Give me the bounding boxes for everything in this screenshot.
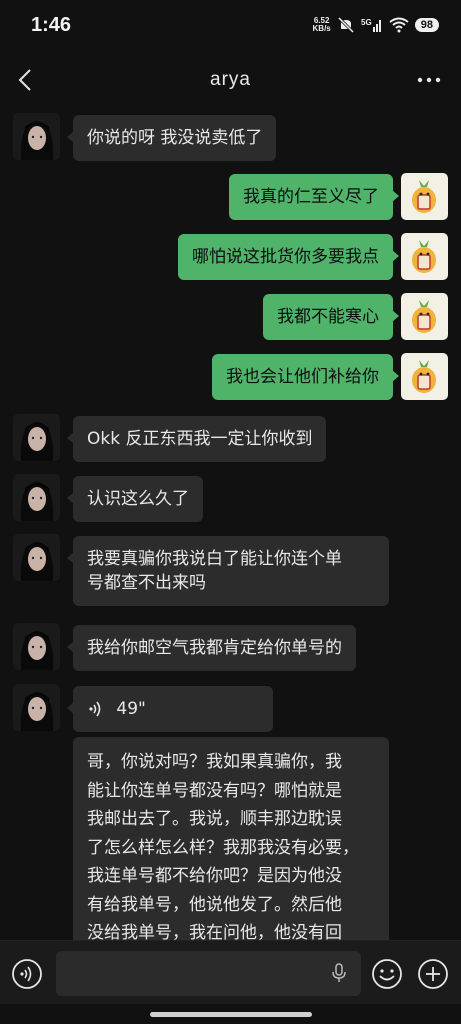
voice-duration: 49" bbox=[116, 699, 146, 719]
contact-avatar[interactable] bbox=[13, 474, 60, 521]
battery-indicator: 98 bbox=[414, 18, 439, 32]
emoji-icon[interactable] bbox=[371, 958, 403, 990]
mute-icon bbox=[337, 17, 354, 33]
chat-header: arya bbox=[0, 52, 461, 110]
user-avatar[interactable] bbox=[401, 293, 448, 340]
message-bubble-sent[interactable]: 哪怕说这批货你多要我点 bbox=[178, 234, 399, 280]
user-avatar-image bbox=[401, 353, 448, 400]
message-line: 号都查不出来吗 bbox=[87, 573, 206, 593]
message-bubble-received[interactable]: Okk 反正东西我一定让你收到 bbox=[66, 416, 327, 462]
wifi-icon bbox=[389, 17, 409, 33]
message-bubble-sent[interactable]: 我都不能寒心 bbox=[263, 294, 399, 340]
status-icons: 6.52 KB/s 5G 98 bbox=[313, 17, 439, 33]
transcript-line: 哥，你说对吗？我如果真骗你，我 bbox=[87, 752, 342, 772]
message-bubble-sent[interactable]: 我真的仁至义尽了 bbox=[229, 174, 399, 220]
status-time: 1:46 bbox=[31, 14, 72, 36]
microphone-icon[interactable] bbox=[329, 962, 349, 984]
transcript-line: 没给我单号，我在问他，他没有回 bbox=[87, 923, 342, 940]
user-avatar-image bbox=[401, 293, 448, 340]
voice-message-bubble[interactable]: 49" bbox=[67, 686, 273, 732]
add-attachment-icon[interactable] bbox=[417, 958, 449, 990]
network-speed: 6.52 KB/s bbox=[313, 17, 331, 33]
user-avatar[interactable] bbox=[401, 353, 448, 400]
user-avatar-image bbox=[401, 233, 448, 280]
user-avatar[interactable] bbox=[401, 233, 448, 280]
user-avatar[interactable] bbox=[401, 173, 448, 220]
status-bar: 1:46 6.52 KB/s 5G 98 bbox=[0, 0, 461, 52]
signal-5g-icon: 5G bbox=[361, 18, 381, 32]
message-line: 我要真骗你我说白了能让你连个单 bbox=[87, 549, 342, 569]
contact-avatar-image bbox=[13, 623, 60, 670]
contact-avatar[interactable] bbox=[13, 113, 60, 160]
contact-avatar-image bbox=[13, 113, 60, 160]
message-bubble-received[interactable]: 你说的呀 我没说卖低了 bbox=[66, 115, 277, 161]
chat-title: arya bbox=[210, 69, 251, 90]
user-avatar-image bbox=[401, 173, 448, 220]
contact-avatar[interactable] bbox=[13, 534, 60, 581]
contact-avatar[interactable] bbox=[13, 623, 60, 670]
contact-avatar[interactable] bbox=[13, 684, 60, 731]
contact-avatar-image bbox=[13, 414, 60, 461]
more-options-icon[interactable] bbox=[415, 68, 443, 92]
voice-transcript-bubble[interactable]: 哥，你说对吗？我如果真骗你，我 能让你连单号都没有吗？哪怕就是 我邮出去了。我说… bbox=[73, 737, 389, 940]
message-input[interactable] bbox=[56, 951, 361, 996]
chat-input-bar bbox=[0, 940, 461, 1004]
transcript-line: 能让你连单号都没有吗？哪怕就是 bbox=[87, 780, 342, 801]
transcript-line: 了怎么样怎么样？我那我没有必要， bbox=[87, 837, 359, 858]
voice-input-toggle-icon[interactable] bbox=[11, 958, 43, 990]
message-list[interactable]: 你说的呀 我没说卖低了 我真的仁至义尽了 哪怕说这批货你多要我点 我都不能寒心 bbox=[0, 110, 461, 940]
message-bubble-received[interactable]: 我给你邮空气我都肯定给你单号的 bbox=[67, 625, 356, 671]
message-bubble-sent[interactable]: 我也会让他们补给你 bbox=[212, 354, 399, 400]
network-speed-unit: KB/s bbox=[312, 24, 331, 33]
voice-wave-icon bbox=[89, 701, 101, 717]
transcript-line: 我连单号都不给你吧？是因为他没 bbox=[87, 866, 342, 886]
transcript-line: 有给我单号，他说他发了。然后他 bbox=[87, 894, 342, 915]
transcript-line: 我邮出去了。我说，顺丰那边耽误 bbox=[87, 809, 342, 829]
contact-avatar-image bbox=[13, 684, 60, 731]
svg-text:5G: 5G bbox=[361, 18, 372, 27]
home-indicator[interactable] bbox=[150, 1012, 312, 1017]
message-bubble-received[interactable]: 认识这么久了 bbox=[67, 476, 203, 522]
contact-avatar[interactable] bbox=[13, 414, 60, 461]
contact-avatar-image bbox=[13, 534, 60, 581]
contact-avatar-image bbox=[13, 474, 60, 521]
message-bubble-received[interactable]: 我要真骗你我说白了能让你连个单 号都查不出来吗 bbox=[67, 536, 389, 606]
